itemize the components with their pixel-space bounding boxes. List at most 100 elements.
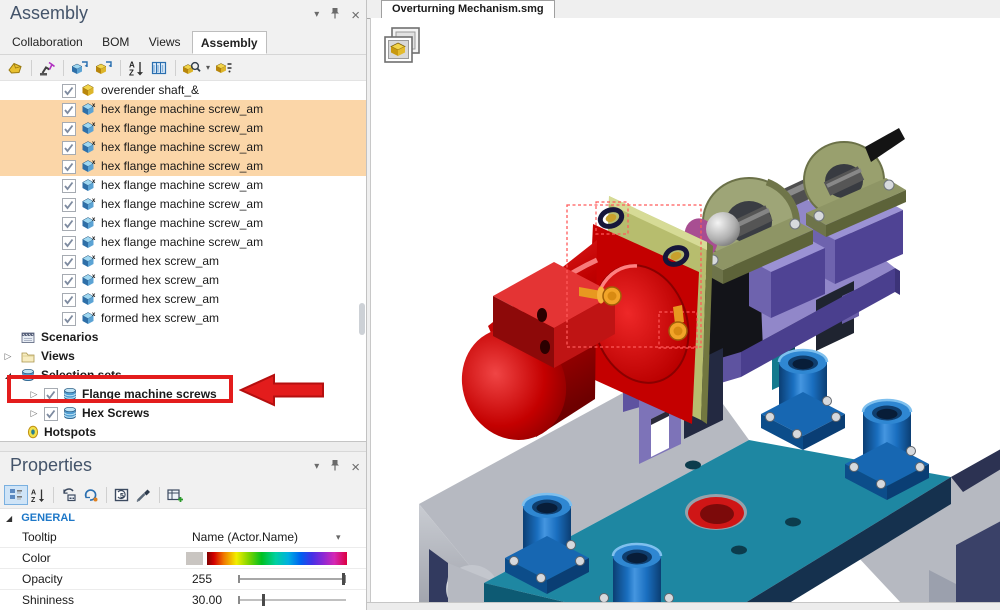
panel-splitter[interactable] (0, 441, 366, 452)
checkbox[interactable] (62, 293, 76, 307)
tree-row[interactable]: x hex flange machine screw_am (0, 214, 366, 233)
sort-alphabetical-icon[interactable]: A Z (30, 487, 47, 503)
checkbox[interactable] (62, 160, 76, 174)
history-icon[interactable]: 5 (113, 487, 131, 503)
checkbox[interactable] (62, 236, 76, 250)
model-coupling-sphere (706, 212, 740, 246)
tree-row[interactable]: x hex flange machine screw_am (0, 176, 366, 195)
checkbox[interactable] (62, 103, 76, 117)
tab-bom[interactable]: BOM (94, 31, 137, 52)
checkbox[interactable] (62, 217, 76, 231)
tree-row[interactable]: x hex flange machine screw_am (0, 195, 366, 214)
actor-filter-icon[interactable] (214, 59, 234, 77)
tree-row[interactable]: x formed hex screw_am (0, 309, 366, 328)
tree-row-views[interactable]: ▷ Views (0, 347, 366, 366)
svg-text:x: x (92, 217, 96, 223)
merge-into-part-icon[interactable] (94, 59, 114, 77)
merge-into-assembly-icon[interactable] (70, 59, 90, 77)
show-columns-icon[interactable] (150, 59, 169, 77)
tree-row[interactable]: overender shaft_& (0, 81, 366, 100)
svg-text:x: x (92, 293, 96, 299)
checkbox[interactable] (62, 122, 76, 136)
checkbox[interactable] (62, 198, 76, 212)
color-gradient-picker[interactable] (207, 552, 347, 565)
dropdown-caret-icon[interactable]: ▾ (336, 527, 341, 547)
document-tab[interactable]: Overturning Mechanism.smg (381, 0, 555, 18)
search-actor-dropdown-caret[interactable]: ▾ (206, 63, 210, 72)
part-cube-icon: x (81, 273, 97, 287)
sort-alphabetical-icon[interactable]: A Z (127, 59, 146, 77)
composer-window: Assembly ▾ × Collaboration BOM Views Ass… (0, 0, 1000, 610)
svg-text:A: A (31, 490, 36, 497)
tree-row-scenarios[interactable]: Scenarios (0, 328, 366, 347)
panel-menu-caret-icon[interactable]: ▾ (314, 460, 319, 474)
close-icon[interactable]: × (351, 461, 360, 474)
close-icon[interactable]: × (351, 9, 360, 22)
robot-arm-icon[interactable] (38, 59, 57, 77)
checkbox[interactable] (44, 407, 58, 421)
svg-text:x: x (92, 122, 96, 128)
panel-menu-caret-icon[interactable]: ▾ (314, 8, 319, 22)
properties-panel: Properties ▾ × (0, 452, 366, 610)
tree-row[interactable]: x hex flange machine screw_am (0, 138, 366, 157)
3d-canvas[interactable] (370, 18, 1000, 603)
eyedropper-icon[interactable] (135, 487, 153, 503)
part-cube-icon: x (81, 235, 97, 249)
pin-icon[interactable] (330, 7, 340, 23)
shininess-slider[interactable] (238, 590, 346, 610)
expander-icon[interactable]: ▷ (28, 404, 40, 423)
refresh-properties-icon[interactable] (82, 487, 100, 503)
scenarios-icon (21, 330, 35, 344)
selection-set-icon (63, 406, 77, 420)
part-cube-icon: x (81, 159, 97, 173)
svg-text:x: x (92, 255, 96, 261)
tree-row[interactable]: x formed hex screw_am (0, 252, 366, 271)
tree-row[interactable]: x hex flange machine screw_am (0, 119, 366, 138)
workshop-icon[interactable] (6, 59, 25, 77)
tree-row[interactable]: x formed hex screw_am (0, 271, 366, 290)
left-dock: Assembly ▾ × Collaboration BOM Views Ass… (0, 0, 367, 610)
tree-row-hotspots[interactable]: Hotspots (0, 423, 366, 441)
assembly-tabs: Collaboration BOM Views Assembly (0, 30, 366, 55)
pin-icon[interactable] (330, 459, 340, 475)
section-label: GENERAL (21, 512, 75, 524)
svg-text:x: x (92, 312, 96, 318)
slider-handle[interactable] (342, 573, 345, 585)
svg-text:x: x (92, 179, 96, 185)
tree-scrollbar-thumb[interactable] (359, 303, 365, 335)
tree-row[interactable]: x hex flange machine screw_am (0, 100, 366, 119)
checkbox[interactable] (62, 179, 76, 193)
categorized-view-icon[interactable] (4, 485, 28, 505)
tab-collaboration[interactable]: Collaboration (4, 31, 91, 52)
checkbox[interactable] (62, 255, 76, 269)
opacity-slider[interactable] (238, 569, 346, 589)
checkbox[interactable] (62, 84, 76, 98)
3d-model[interactable] (371, 18, 1000, 603)
properties-toolbar: A Z (0, 482, 366, 509)
tooltip-value-dropdown[interactable]: Name (Actor.Name) (192, 527, 298, 547)
properties-panel-header: Properties ▾ × (0, 452, 366, 482)
property-row-shininess: Shininess 30.00 (0, 590, 366, 610)
tab-views[interactable]: Views (141, 31, 189, 52)
search-actor-icon[interactable] (182, 59, 202, 77)
tree-row[interactable]: x hex flange machine screw_am (0, 233, 366, 252)
svg-text:x: x (92, 160, 96, 166)
checkbox[interactable] (62, 141, 76, 155)
tree-row[interactable]: x hex flange machine screw_am (0, 157, 366, 176)
checkbox[interactable] (62, 274, 76, 288)
copy-properties-icon[interactable] (60, 487, 78, 503)
svg-text:x: x (92, 141, 96, 147)
expander-icon[interactable]: ▷ (2, 347, 14, 366)
tab-assembly[interactable]: Assembly (192, 31, 267, 54)
color-swatch[interactable] (186, 552, 203, 565)
property-row-tooltip: Tooltip Name (Actor.Name) ▾ (0, 527, 366, 548)
part-cube-icon: x (81, 197, 97, 211)
properties-section-general[interactable]: ◢ GENERAL (0, 509, 366, 527)
part-cube-icon: x (81, 102, 97, 116)
slider-handle[interactable] (262, 594, 265, 606)
svg-text:x: x (92, 103, 96, 109)
checkbox[interactable] (62, 312, 76, 326)
document-tab-bar: Overturning Mechanism.smg (367, 0, 1000, 19)
tree-row[interactable]: x formed hex screw_am (0, 290, 366, 309)
add-property-table-icon[interactable] (166, 487, 185, 503)
